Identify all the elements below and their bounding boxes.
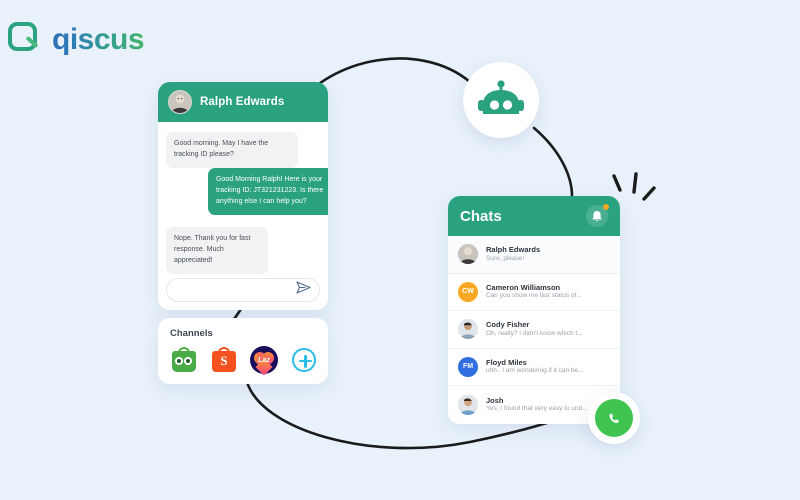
plus-circle-icon[interactable] — [290, 346, 318, 374]
list-item[interactable]: FM Floyd Miles uhh.. I am wondering if i… — [448, 349, 620, 386]
lazada-icon[interactable]: Laz — [250, 346, 278, 376]
avatar: CW — [458, 281, 478, 302]
robot-head-icon — [463, 62, 539, 138]
conversation-header: Ralph Edwards — [158, 82, 328, 122]
message-bubble: Good morning. May I have the tracking ID… — [166, 132, 298, 168]
chat-preview: Sure, please! — [486, 254, 525, 262]
avatar — [458, 319, 478, 340]
shopee-letter: S — [220, 353, 228, 368]
chat-name: Cody Fisher — [486, 320, 530, 330]
chat-preview: Yes, I found that very easy to und... — [486, 405, 588, 413]
chat-preview: Oh, really? I didn't know which t... — [486, 329, 583, 337]
list-item[interactable]: Ralph Edwards Sure, please! — [448, 236, 620, 274]
avatar — [458, 394, 478, 415]
message-bubble: Good Morning Ralph! Here is your trackin… — [208, 168, 328, 215]
chat-name: Floyd Miles — [486, 357, 527, 367]
chat-preview: Can you show me last status of... — [486, 292, 582, 300]
chats-header: Chats — [448, 196, 620, 236]
illustration-canvas: qiscus Ralph Edwards Good morning. May I… — [0, 0, 800, 500]
contact-avatar — [168, 90, 192, 114]
speech-bubble-q-icon — [8, 22, 44, 58]
brand-name: qiscus — [52, 23, 145, 56]
avatar: FM — [458, 356, 478, 377]
chat-name: Josh — [486, 395, 504, 405]
message-thread: Good morning. May I have the tracking ID… — [158, 122, 328, 310]
list-item[interactable]: Cody Fisher Oh, really? I didn't know wh… — [448, 311, 620, 349]
send-paper-plane-icon[interactable] — [296, 281, 311, 299]
notification-dot — [603, 204, 609, 210]
chat-name: Ralph Edwards — [486, 245, 541, 255]
tokopedia-icon[interactable] — [170, 346, 198, 374]
list-item[interactable]: CW Cameron Williamson Can you show me la… — [448, 274, 620, 311]
curved-connector-line — [230, 57, 656, 450]
lazada-letter: Laz — [258, 357, 270, 364]
avatar-initials: CW — [462, 288, 474, 296]
chat-list: Ralph Edwards Sure, please! CW Cameron W… — [448, 236, 620, 424]
chats-card: Chats Ralph Edwards Sure, please! CW Cam… — [448, 196, 620, 424]
message-bubble: Nope. Thank you for fast response. Much … — [166, 227, 268, 274]
contact-name: Ralph Edwards — [200, 96, 285, 108]
spark-lines-icon — [612, 172, 656, 201]
conversation-card: Ralph Edwards Good morning. May I have t… — [158, 82, 328, 310]
chat-preview: uhh.. I am wondering if it can be... — [486, 367, 584, 375]
message-composer[interactable] — [166, 278, 320, 302]
avatar — [458, 244, 478, 265]
qiscus-logo: qiscus — [8, 22, 145, 58]
chat-name: Cameron Williamson — [486, 282, 561, 292]
channels-title: Channels — [170, 328, 213, 339]
shopee-icon[interactable]: S — [210, 346, 238, 374]
channels-card: Channels S Laz — [158, 318, 328, 384]
avatar-initials: FM — [462, 363, 474, 371]
whatsapp-icon — [588, 392, 640, 444]
chats-title: Chats — [460, 207, 502, 225]
bell-notification-icon[interactable] — [586, 204, 609, 227]
